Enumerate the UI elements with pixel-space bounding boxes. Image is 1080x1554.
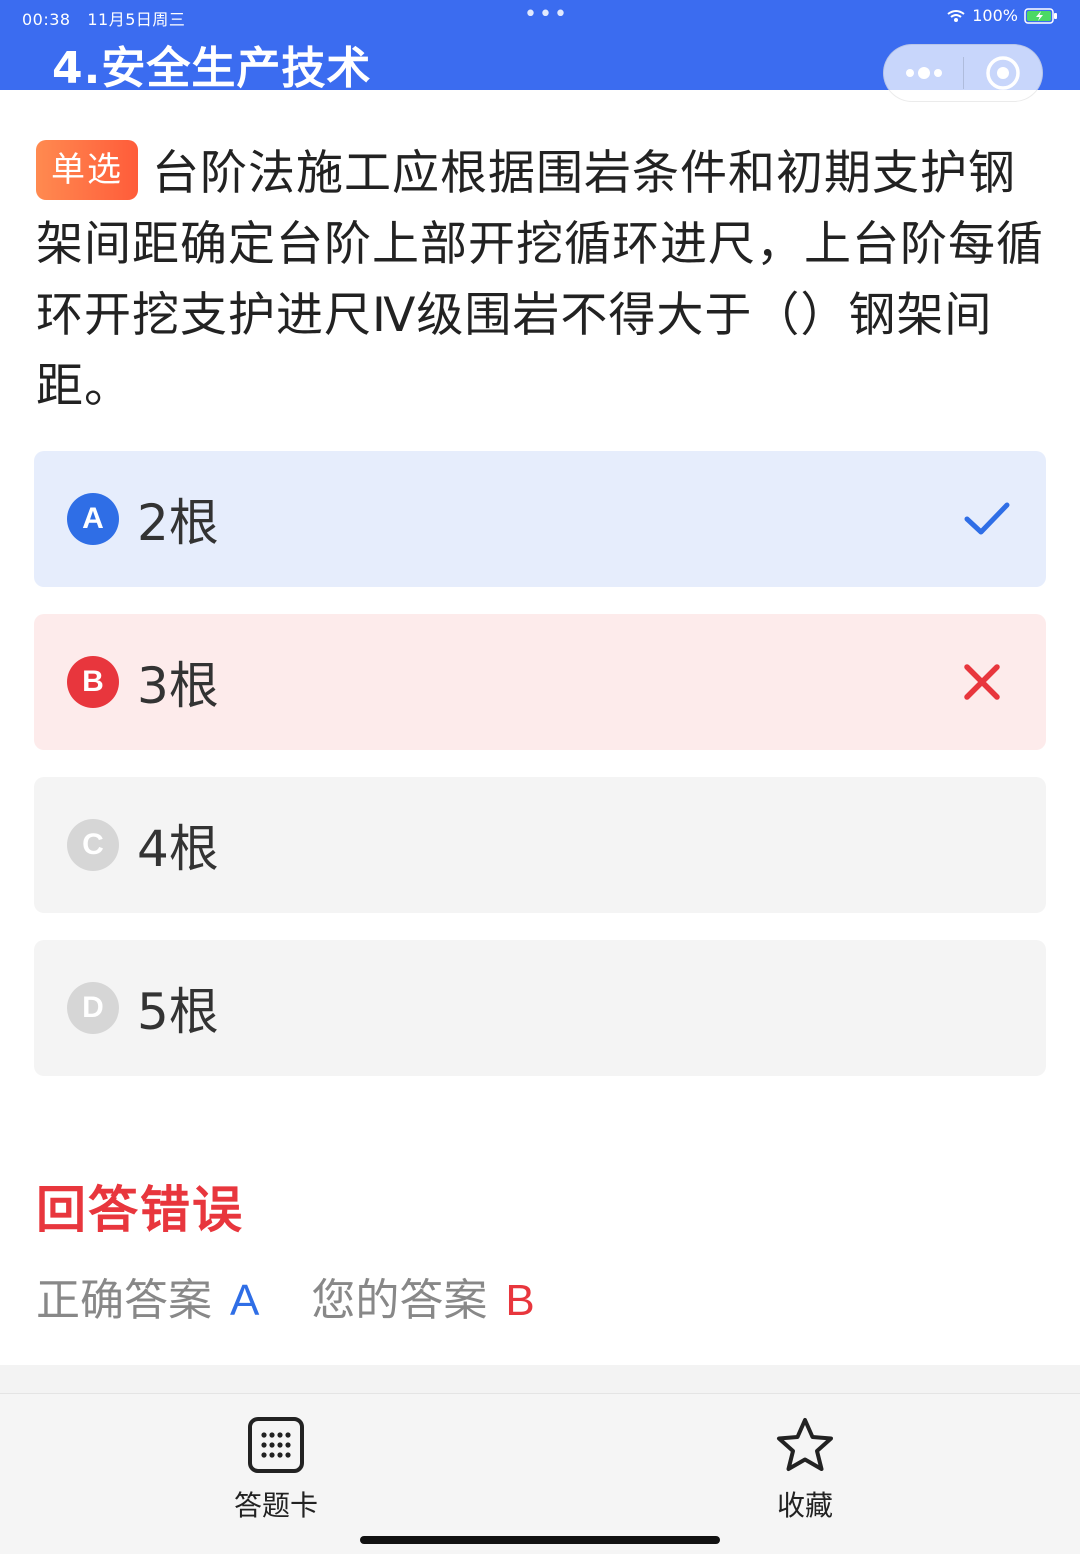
option-letter: B — [67, 656, 119, 708]
correct-answer-label: 正确答案 — [36, 1275, 212, 1326]
mini-program-capsule — [883, 44, 1043, 102]
question-type-badge: 单选 — [36, 140, 138, 200]
close-button[interactable] — [964, 45, 1042, 101]
favorite-label: 收藏 — [776, 1489, 833, 1522]
option-letter: D — [67, 982, 119, 1034]
bottom-toolbar: 答题卡 收藏 — [0, 1393, 1080, 1554]
status-time: 00:38 11月5日周三 — [22, 10, 186, 29]
more-button[interactable] — [884, 45, 963, 101]
your-answer-label: 您的答案 — [311, 1275, 488, 1326]
wifi-icon — [947, 9, 965, 22]
section-gap — [0, 1365, 1080, 1393]
star-icon — [777, 1418, 833, 1471]
option-text: 4根 — [137, 820, 219, 878]
favorite-button[interactable]: 收藏 — [755, 1416, 855, 1524]
answer-summary: 正确答案 A 您的答案 B — [36, 1264, 535, 1328]
close-target-icon — [986, 56, 1020, 90]
status-dots: ••• — [524, 2, 569, 27]
check-icon — [964, 502, 1010, 535]
question-text: 台阶法施工应根据围岩条件和初期支护钢架间距确定台阶上部开挖循环进尺，上台阶每循环… — [36, 146, 1044, 414]
status-right: 100% — [946, 6, 1058, 25]
cross-icon — [964, 664, 1000, 700]
status-date: 11月5日周三 — [87, 10, 186, 29]
option-text: 5根 — [137, 983, 219, 1041]
option-d[interactable]: D 5根 — [34, 940, 1046, 1076]
answer-card-button[interactable]: 答题卡 — [226, 1416, 326, 1524]
option-c[interactable]: C 4根 — [34, 777, 1046, 913]
correct-answer-value: A — [230, 1276, 260, 1325]
option-b[interactable]: B 3根 — [34, 614, 1046, 750]
battery-percent: 100% — [972, 6, 1018, 25]
option-a[interactable]: A 2根 — [34, 451, 1046, 587]
your-answer-value: B — [505, 1276, 535, 1325]
more-dots-icon — [905, 67, 942, 79]
home-indicator — [360, 1536, 720, 1544]
option-text: 3根 — [137, 657, 219, 715]
option-letter: C — [67, 819, 119, 871]
page-title: 4.安全生产技术 — [52, 43, 372, 94]
result-title: 回答错误 — [36, 1181, 244, 1239]
battery-charging-icon — [1024, 7, 1057, 24]
answer-card-label: 答题卡 — [233, 1489, 318, 1522]
option-text: 2根 — [137, 494, 219, 552]
grid-card-icon — [248, 1417, 304, 1473]
question-stem: 单选 台阶法施工应根据围岩条件和初期支护钢架间距确定台阶上部开挖循环进尺，上台阶每… — [36, 138, 1048, 422]
option-letter: A — [67, 493, 119, 545]
